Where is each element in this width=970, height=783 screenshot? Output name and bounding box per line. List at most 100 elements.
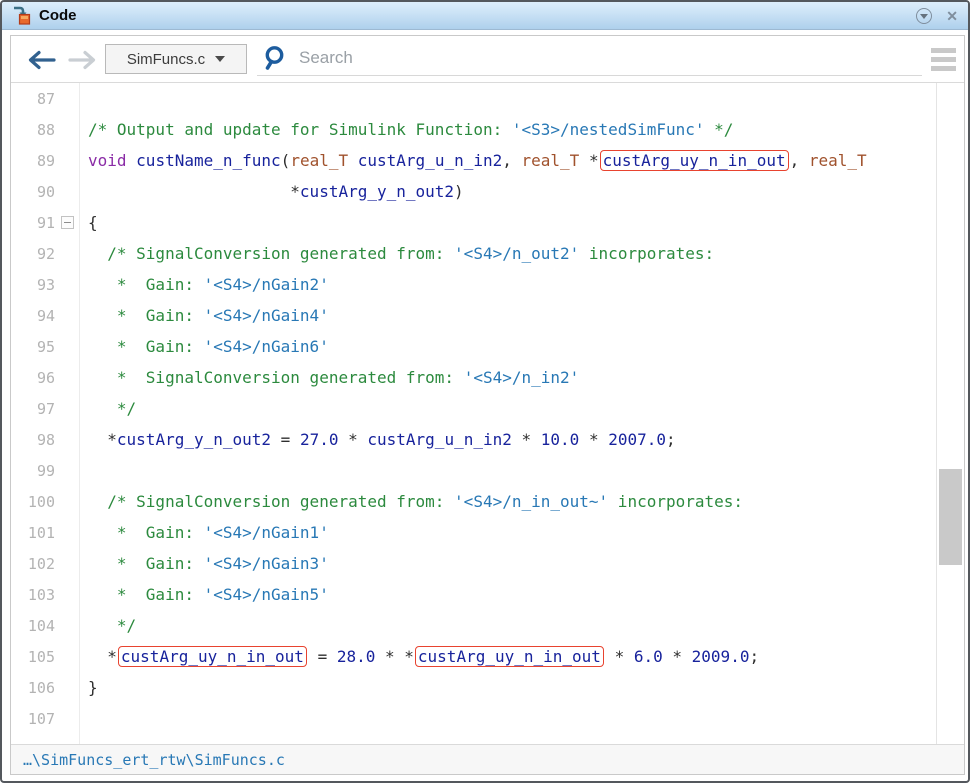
identifier-link[interactable]: custArg_y_n_out2 <box>300 182 454 201</box>
model-element-link[interactable]: '<S3>/nestedSimFunc' <box>512 120 705 139</box>
menu-bar <box>931 57 956 62</box>
search-icon <box>261 44 288 72</box>
comment-text: incorporates: <box>579 244 714 263</box>
dropdown-caret-icon <box>215 56 225 62</box>
model-element-link[interactable]: '<S4>/n_in2' <box>464 368 580 387</box>
model-element-link[interactable]: '<S4>/nGain1' <box>204 523 329 542</box>
code-line: 101 * Gain: '<S4>/nGain1' <box>11 517 936 548</box>
code-badge-icon <box>12 6 32 25</box>
model-element-link[interactable]: '<S4>/nGain2' <box>204 275 329 294</box>
comment-text: /* SignalConversion generated from: <box>88 492 454 511</box>
comment-text: * SignalConversion generated from: <box>88 368 464 387</box>
status-bar: …\SimFuncs_ert_rtw\SimFuncs.c <box>11 744 964 774</box>
code-text: = <box>271 430 300 449</box>
highlighted-identifier[interactable]: custArg_uy_n_in_out <box>600 150 789 171</box>
code-line: 93 * Gain: '<S4>/nGain2' <box>11 269 936 300</box>
identifier-link[interactable]: custName_n_func <box>136 151 281 170</box>
file-selector-dropdown[interactable]: SimFuncs.c <box>105 44 247 74</box>
line-number: 91 <box>13 214 55 232</box>
code-text: = <box>308 647 337 666</box>
comment-text: incorporates: <box>608 492 743 511</box>
code-text: * <box>605 647 634 666</box>
number-literal: 6.0 <box>634 647 663 666</box>
code-line: 104 */ <box>11 610 936 641</box>
code-text: * <box>663 647 692 666</box>
model-element-link[interactable]: '<S4>/nGain5' <box>204 585 329 604</box>
code-text: * <box>88 647 117 666</box>
code-text <box>348 151 358 170</box>
fold-collapse-icon[interactable] <box>61 216 74 229</box>
scrollbar-thumb[interactable] <box>939 469 962 565</box>
keyword-token: void <box>88 151 127 170</box>
line-number: 107 <box>13 710 55 728</box>
number-literal: 27.0 <box>300 430 339 449</box>
line-number: 104 <box>13 617 55 635</box>
model-element-link[interactable]: '<S4>/n_in_out~' <box>454 492 608 511</box>
code-line: 107 <box>11 703 936 734</box>
close-icon[interactable]: ✕ <box>946 9 958 23</box>
line-number: 92 <box>13 245 55 263</box>
highlighted-identifier[interactable]: custArg_uy_n_in_out <box>415 646 604 667</box>
line-number: 96 <box>13 369 55 387</box>
code-line: 94 * Gain: '<S4>/nGain4' <box>11 300 936 331</box>
forward-button[interactable] <box>67 49 99 71</box>
line-number: 106 <box>13 679 55 697</box>
code-text: * <box>512 430 541 449</box>
line-number: 99 <box>13 462 55 480</box>
line-number: 90 <box>13 183 55 201</box>
vertical-scrollbar[interactable] <box>936 83 964 744</box>
chevron-down-icon <box>920 14 928 19</box>
comment-text: */ <box>88 616 136 635</box>
line-number: 101 <box>13 524 55 542</box>
code-text: ( <box>281 151 291 170</box>
highlighted-identifier[interactable]: custArg_uy_n_in_out <box>118 646 307 667</box>
model-element-link[interactable]: '<S4>/n_out2' <box>454 244 579 263</box>
model-element-link[interactable]: '<S4>/nGain3' <box>204 554 329 573</box>
toolbar: SimFuncs.c <box>11 36 964 83</box>
code-line: 92 /* SignalConversion generated from: '… <box>11 238 936 269</box>
dock-menu-icon[interactable] <box>916 8 932 24</box>
code-line: 106} <box>11 672 936 703</box>
comment-text: * Gain: <box>88 275 204 294</box>
comment-text: * Gain: <box>88 306 204 325</box>
code-text: ; <box>749 647 759 666</box>
menu-bar <box>931 48 956 53</box>
code-text: , <box>502 151 521 170</box>
comment-text: * Gain: <box>88 554 204 573</box>
model-element-link[interactable]: '<S4>/nGain6' <box>204 337 329 356</box>
model-element-link[interactable]: '<S4>/nGain4' <box>204 306 329 325</box>
code-text: { <box>88 213 98 232</box>
title-bar: Code ✕ <box>2 2 968 30</box>
line-number: 102 <box>13 555 55 573</box>
identifier-link[interactable]: custArg_y_n_out2 <box>117 430 271 449</box>
identifier-link[interactable]: custArg_u_n_in2 <box>358 151 503 170</box>
search-input[interactable] <box>297 47 922 69</box>
line-number: 100 <box>13 493 55 511</box>
identifier-link[interactable]: custArg_u_n_in2 <box>367 430 512 449</box>
code-lines: 87 88 /* Output and update for Simulink Fu… <box>11 83 936 744</box>
code-line: 100 /* SignalConversion generated from: … <box>11 486 936 517</box>
back-button[interactable] <box>25 49 57 71</box>
comment-text: * Gain: <box>88 523 204 542</box>
comment-text: /* SignalConversion generated from: <box>88 244 454 263</box>
code-line: 103 * Gain: '<S4>/nGain5' <box>11 579 936 610</box>
line-number: 93 <box>13 276 55 294</box>
menu-icon[interactable] <box>931 48 956 71</box>
code-line: 87 <box>11 83 936 114</box>
line-number: 95 <box>13 338 55 356</box>
code-view-window: Code ✕ SimFuncs.c <box>0 0 970 783</box>
code-text: * <box>88 182 300 201</box>
code-text: * <box>88 430 117 449</box>
code-line: 99 <box>11 455 936 486</box>
line-number: 98 <box>13 431 55 449</box>
file-path-link[interactable]: …\SimFuncs_ert_rtw\SimFuncs.c <box>23 751 285 769</box>
code-line: 89void custName_n_func(real_T custArg_u_… <box>11 145 936 176</box>
code-text: * <box>579 430 608 449</box>
comment-text: /* Output and update for Simulink Functi… <box>88 120 512 139</box>
comment-text: * Gain: <box>88 337 204 356</box>
code-line: 96 * SignalConversion generated from: '<… <box>11 362 936 393</box>
line-number: 88 <box>13 121 55 139</box>
search-field <box>257 41 922 76</box>
code-editor: 87 88 /* Output and update for Simulink Fu… <box>11 83 964 744</box>
number-literal: 2007.0 <box>608 430 666 449</box>
